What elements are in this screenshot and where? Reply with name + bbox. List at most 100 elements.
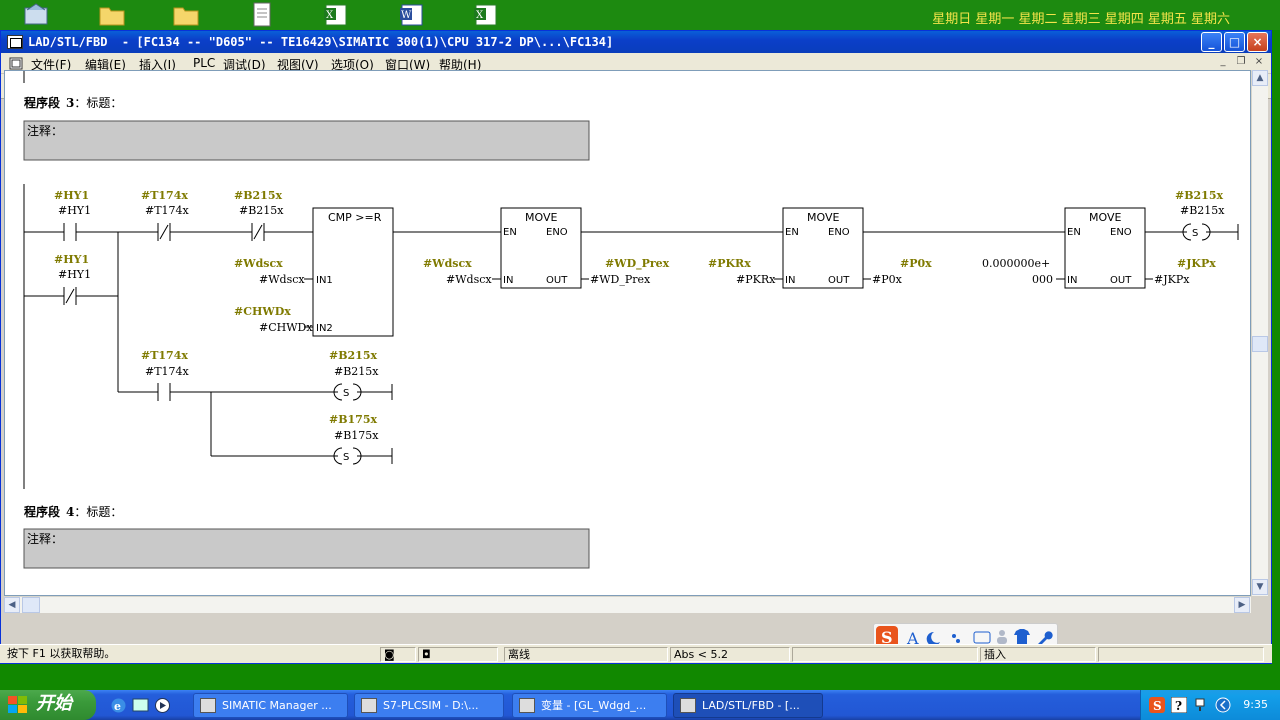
status-connection-icon: ◙: [380, 647, 416, 662]
move1-out-pin: OUT: [546, 275, 568, 286]
folder-icon[interactable]: [172, 2, 200, 28]
start-label: 开始: [36, 693, 72, 714]
document-icon[interactable]: [9, 57, 23, 70]
expand-tray-icon[interactable]: [1215, 697, 1231, 713]
scroll-up-icon[interactable]: ▲: [1252, 70, 1268, 86]
mdi-restore-icon[interactable]: ❐: [1234, 56, 1248, 69]
cmp-title: CMP >=R: [328, 211, 382, 224]
move2-in-operand: #PKRx: [736, 273, 776, 286]
cmp-in2-symbol: #CHWDx: [234, 305, 291, 318]
contact-t174x-no[interactable]: [157, 383, 171, 401]
cmp-in1-pin: IN1: [316, 275, 333, 286]
move1-out-symbol: #WD_Prex: [605, 257, 670, 271]
user-icon[interactable]: [999, 630, 1005, 636]
network3-comment-box[interactable]: [23, 120, 590, 161]
network-tray-icon[interactable]: [1193, 697, 1209, 713]
folder-icon[interactable]: [98, 2, 126, 28]
contact-hy1-nc-operand: #HY1: [58, 268, 91, 281]
maximize-button[interactable]: □: [1224, 32, 1245, 52]
network3-title: 程序段 3：标题：: [24, 95, 122, 110]
help-tray-icon[interactable]: ?: [1171, 697, 1187, 713]
app-icon: [7, 35, 23, 49]
svg-text:X: X: [326, 10, 334, 21]
clock[interactable]: 9:35: [1243, 698, 1268, 711]
contact-hy1-nc-symbol: #HY1: [54, 253, 89, 266]
contact-hy1[interactable]: [63, 223, 77, 241]
coil-b215x-lower-type: S: [343, 388, 349, 399]
move2-out-pin: OUT: [828, 275, 850, 286]
task-variable-table[interactable]: 变量 - [GL_Wdgd_...: [512, 693, 667, 718]
show-desktop-icon[interactable]: [132, 697, 149, 714]
status-insert-mode: 插入: [980, 647, 1096, 662]
skin-icon[interactable]: [1014, 629, 1030, 645]
excel-icon[interactable]: X: [322, 2, 350, 28]
vertical-scroll-thumb[interactable]: [1252, 336, 1268, 352]
move3-out-symbol: #JKPx: [1177, 257, 1216, 270]
status-extra: [1098, 647, 1264, 662]
move3-out-operand: #JKPx: [1154, 273, 1190, 286]
scroll-left-icon[interactable]: ◀: [4, 597, 20, 613]
cmp-box[interactable]: [312, 207, 394, 337]
contact-b215x-operand: #B215x: [239, 204, 284, 217]
move2-out-symbol: #P0x: [900, 257, 932, 270]
contact-b215x-symbol: #B215x: [234, 189, 282, 202]
coil-b215x-lower-operand: #B215x: [334, 365, 379, 378]
mdi-minimize-icon[interactable]: _: [1216, 56, 1230, 69]
task-simatic-manager[interactable]: SIMATIC Manager ...: [193, 693, 348, 718]
document-icon[interactable]: [248, 2, 276, 28]
close-button[interactable]: ×: [1247, 32, 1268, 52]
contact-b215x-nc[interactable]: [251, 223, 265, 241]
move1-en-pin: EN: [503, 227, 517, 238]
coil-b215x-set[interactable]: S: [1182, 223, 1211, 241]
ladder-editor[interactable]: 程序段 3：标题： 注释： #HY1 #HY1 #T174x #T174x #B…: [4, 70, 1251, 596]
excel-icon[interactable]: X: [472, 2, 500, 28]
weekday-labels: 星期日 星期一 星期二 星期三 星期四 星期五 星期六: [932, 12, 1230, 27]
task-plcsim[interactable]: S7-PLCSIM - D:\...: [354, 693, 504, 718]
ie-icon[interactable]: e: [110, 697, 127, 714]
mdi-close-icon[interactable]: ×: [1252, 56, 1266, 69]
minimize-button[interactable]: _: [1201, 32, 1222, 52]
desktop-shortcut-icon[interactable]: [22, 2, 50, 28]
contact-t174x-symbol: #T174x: [141, 189, 188, 202]
desktop-area: X W X 星期日 星期一 星期二 星期三 星期四 星期五 星期六: [0, 0, 1280, 30]
move2-out-operand: #P0x: [872, 273, 903, 286]
horizontal-scroll-thumb[interactable]: [22, 597, 40, 613]
contact-hy1-symbol: #HY1: [54, 189, 89, 202]
network4-comment-box[interactable]: [23, 528, 590, 569]
contact-t174x-no-symbol: #T174x: [141, 349, 188, 362]
punctuation-icon[interactable]: [952, 634, 956, 638]
move2-eno-pin: ENO: [828, 227, 850, 238]
network4-title: 程序段 4：标题：: [24, 504, 122, 519]
contact-t174x-no-operand: #T174x: [145, 365, 190, 378]
scroll-right-icon[interactable]: ▶: [1234, 597, 1250, 613]
move1-title: MOVE: [525, 211, 557, 224]
sogou-tray-icon[interactable]: S: [1149, 697, 1165, 713]
cmp-in2-pin: IN2: [316, 323, 333, 334]
move2-title: MOVE: [807, 211, 839, 224]
menu-plc[interactable]: PLC: [193, 56, 215, 70]
svg-text:X: X: [476, 10, 484, 21]
start-button[interactable]: 开始: [0, 690, 96, 720]
task-lad-stl-fbd[interactable]: LAD/STL/FBD - [...: [673, 693, 823, 718]
contact-t174x-nc[interactable]: [157, 223, 171, 241]
coil-b175x-set[interactable]: S: [333, 447, 362, 465]
coil-b215x-set-lower[interactable]: S: [333, 383, 362, 401]
move1-in-symbol: #Wdscx: [423, 257, 472, 270]
horizontal-scrollbar[interactable]: ◀ ▶: [4, 596, 1251, 613]
move3-out-pin: OUT: [1110, 275, 1132, 286]
status-address: Abs < 5.2: [670, 647, 790, 662]
move3-in-constant-line1: 0.000000e+: [982, 257, 1050, 270]
svg-text:W: W: [401, 10, 412, 21]
status-help: 按下 F1 以获取帮助。: [7, 647, 116, 660]
contact-hy1-nc[interactable]: [63, 287, 77, 305]
word-icon[interactable]: W: [398, 2, 426, 28]
keyboard-icon[interactable]: [973, 631, 991, 644]
move1-eno-pin: ENO: [546, 227, 568, 238]
title-bar[interactable]: LAD/STL/FBD - [FC134 -- "D605" -- TE1642…: [1, 31, 1271, 53]
media-player-icon[interactable]: [154, 697, 171, 714]
move1-in-operand: #Wdscx: [446, 273, 492, 286]
scroll-down-icon[interactable]: ▼: [1252, 579, 1268, 595]
svg-text:S: S: [1153, 699, 1162, 713]
vertical-scrollbar[interactable]: ▲ ▼: [1251, 70, 1268, 596]
cmp-in1-symbol: #Wdscx: [234, 257, 283, 270]
